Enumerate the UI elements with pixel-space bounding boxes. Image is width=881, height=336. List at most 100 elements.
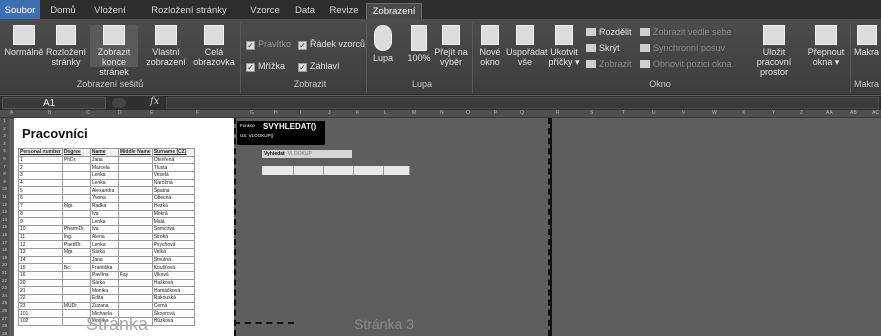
table-cell[interactable]: 20	[18, 278, 63, 288]
reset-window-position-button[interactable]: Obnovit pozici okna	[640, 59, 732, 69]
tab-review[interactable]: Revize	[326, 3, 362, 19]
page-break-preview-button[interactable]: Zobrazit konce stránek	[90, 25, 138, 77]
lookup-cell[interactable]	[384, 166, 410, 175]
row-header[interactable]: 28	[0, 323, 9, 328]
table-cell[interactable]: Zuzana	[89, 301, 119, 311]
table-cell[interactable]: Iva	[89, 224, 119, 234]
table-cell[interactable]: 9	[18, 217, 63, 226]
name-box[interactable]: A1	[2, 97, 106, 109]
table-cell[interactable]: PhDr.	[61, 155, 91, 165]
table-cell[interactable]: Koušťová	[151, 263, 195, 272]
table-cell[interactable]: Lenka	[89, 171, 119, 180]
table-cell[interactable]: Samcová	[151, 224, 195, 234]
table-cell[interactable]	[117, 247, 153, 257]
column-header[interactable]: T	[622, 110, 625, 116]
table-cell[interactable]: Smutná	[151, 255, 195, 265]
column-header[interactable]: E	[150, 110, 153, 116]
column-header[interactable]: N	[440, 110, 444, 116]
tab-page-layout[interactable]: Rozložení stránky	[138, 3, 240, 19]
column-header[interactable]: K	[356, 110, 359, 116]
table-cell[interactable]: Široká	[151, 232, 195, 242]
table-cell[interactable]	[61, 163, 91, 173]
table-cell[interactable]: Hašková	[151, 278, 195, 288]
table-cell[interactable]	[117, 278, 153, 288]
row-header[interactable]: 3	[0, 133, 9, 138]
row-header[interactable]: 12	[0, 202, 9, 207]
row-header[interactable]: 25	[0, 300, 9, 305]
table-cell[interactable]: Alexandra	[89, 186, 119, 196]
lookup-cell[interactable]	[294, 166, 324, 175]
table-cell[interactable]: 16	[18, 271, 63, 280]
table-cell[interactable]: Radka	[89, 201, 119, 211]
column-header[interactable]: R	[556, 110, 560, 116]
lookup-cell[interactable]	[262, 166, 294, 175]
table-cell[interactable]	[61, 286, 91, 296]
table-cell[interactable]	[117, 209, 153, 219]
full-screen-button[interactable]: Celá obrazovka	[192, 25, 236, 67]
lookup-cell[interactable]	[324, 166, 354, 175]
table-cell[interactable]	[61, 278, 91, 288]
table-cell[interactable]: Škoprová	[151, 309, 195, 319]
table-cell[interactable]: 14	[18, 255, 63, 265]
macros-button[interactable]: Makra	[852, 25, 881, 57]
table-cell[interactable]	[61, 178, 91, 188]
table-cell[interactable]	[117, 178, 153, 188]
table-cell[interactable]: Marcela	[89, 163, 119, 173]
table-cell[interactable]: Lenka	[89, 178, 119, 188]
table-cell[interactable]: Jana	[89, 155, 119, 165]
table-cell[interactable]: 5	[18, 186, 63, 196]
table-cell[interactable]	[61, 255, 91, 265]
header-degree[interactable]: Degree	[61, 148, 91, 157]
switch-windows-button[interactable]: Přepnout okna ▾	[804, 25, 848, 67]
table-cell[interactable]: Vlková	[151, 271, 195, 280]
row-header[interactable]: 23	[0, 285, 9, 290]
table-cell[interactable]: Velká	[151, 247, 195, 257]
table-cell[interactable]	[61, 171, 91, 180]
row-header[interactable]: 16	[0, 232, 9, 237]
row-header[interactable]: 15	[0, 224, 9, 229]
row-header[interactable]: 20	[0, 262, 9, 267]
table-cell[interactable]	[117, 171, 153, 180]
custom-views-button[interactable]: Vlastní zobrazení	[140, 25, 192, 67]
table-cell[interactable]: Pavlína	[89, 271, 119, 280]
table-cell[interactable]	[117, 240, 153, 249]
column-header[interactable]: A	[10, 110, 13, 116]
table-cell[interactable]: Tlustá	[151, 163, 195, 173]
column-header[interactable]: O	[466, 110, 470, 116]
tab-view[interactable]: Zobrazení	[366, 3, 422, 19]
formula-bar-checkbox[interactable]: ✓ Řádek vzorců	[298, 39, 365, 50]
table-cell[interactable]	[61, 186, 91, 196]
table-cell[interactable]	[61, 217, 91, 226]
row-header[interactable]: 1	[0, 118, 9, 123]
column-header[interactable]: AA	[826, 110, 833, 116]
table-cell[interactable]: Nárožná	[151, 178, 195, 188]
row-header[interactable]: 2	[0, 126, 9, 131]
table-cell[interactable]: 7	[18, 201, 63, 211]
table-cell[interactable]: Šárka	[89, 278, 119, 288]
table-cell[interactable]	[117, 224, 153, 234]
table-cell[interactable]: 22	[18, 294, 63, 303]
table-cell[interactable]	[117, 232, 153, 242]
column-header[interactable]: W	[712, 110, 717, 116]
header-middle-name[interactable]: Middle Name	[117, 148, 153, 157]
table-cell[interactable]: Hůzková	[151, 317, 195, 326]
page-break-line[interactable]	[234, 322, 294, 324]
table-cell[interactable]: Mgr.	[61, 247, 91, 257]
table-cell[interactable]: Alena	[89, 232, 119, 242]
tab-home[interactable]: Domů	[44, 3, 82, 19]
table-cell[interactable]: Otevřená	[151, 155, 195, 165]
table-cell[interactable]: Monika	[89, 286, 119, 296]
table-cell[interactable]: Mgr.	[61, 201, 91, 211]
column-header[interactable]: L	[384, 110, 387, 116]
tab-formulas[interactable]: Vzorce	[246, 3, 284, 19]
table-cell[interactable]: 1	[18, 155, 63, 165]
new-window-button[interactable]: Nové okno	[476, 25, 504, 67]
row-header[interactable]: 13	[0, 209, 9, 214]
table-cell[interactable]	[117, 217, 153, 226]
row-header[interactable]: 18	[0, 247, 9, 252]
zoom-100-button[interactable]: 100%	[404, 25, 434, 63]
gridlines-checkbox[interactable]: ✓ Mřížka	[246, 61, 285, 72]
arrange-all-button[interactable]: Uspořádat vše	[506, 25, 548, 67]
page-layout-button[interactable]: Rozložení stránky	[44, 25, 88, 67]
insert-function-icon[interactable]: fx	[150, 96, 159, 107]
